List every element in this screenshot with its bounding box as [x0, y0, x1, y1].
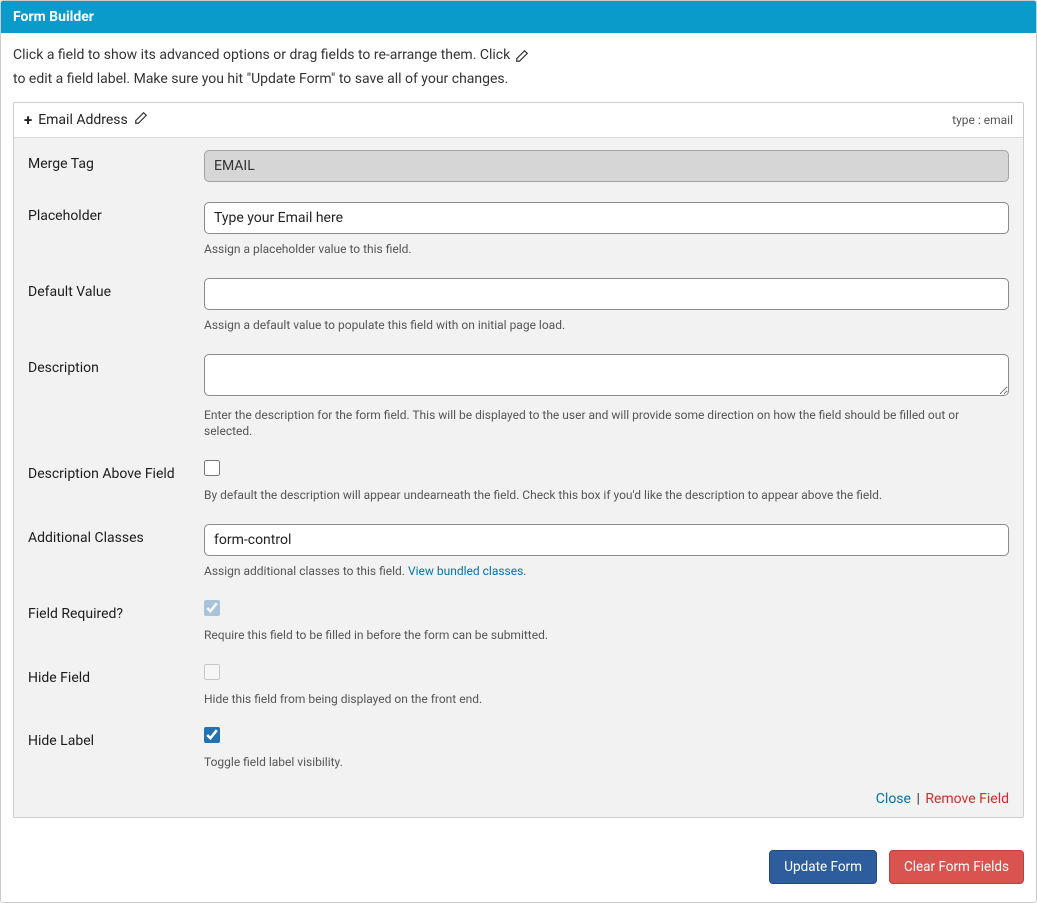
panel-title: Form Builder: [1, 1, 1036, 33]
label-merge-tag: Merge Tag: [28, 150, 204, 172]
description-above-checkbox[interactable]: [204, 460, 220, 476]
plus-icon: +: [24, 113, 32, 128]
instructions-text: Click a field to show its advanced optio…: [13, 45, 1024, 90]
help-additional-classes: Assign additional classes to this field.…: [204, 563, 1009, 580]
remove-field-link[interactable]: Remove Field: [925, 791, 1009, 807]
close-link[interactable]: Close: [876, 791, 911, 807]
row-default-value: Default Value Assign a default value to …: [28, 278, 1009, 334]
panel-body: Click a field to show its advanced optio…: [1, 33, 1036, 902]
label-hide-field: Hide Field: [28, 664, 204, 686]
label-additional-classes: Additional Classes: [28, 524, 204, 546]
label-description-above: Description Above Field: [28, 460, 204, 482]
label-default-value: Default Value: [28, 278, 204, 300]
help-default-value: Assign a default value to populate this …: [204, 317, 1009, 334]
row-description-above: Description Above Field By default the d…: [28, 460, 1009, 504]
field-footer: Close | Remove Field: [28, 791, 1009, 807]
label-required: Field Required?: [28, 600, 204, 622]
update-form-button[interactable]: Update Form: [769, 850, 877, 884]
instructions-post: to edit a field label. Make sure you hit…: [13, 69, 508, 90]
help-hide-field: Hide this field from being displayed on …: [204, 691, 1009, 708]
help-required: Require this field to be filled in befor…: [204, 627, 1009, 644]
row-required: Field Required? Require this field to be…: [28, 600, 1009, 644]
label-hide-label: Hide Label: [28, 727, 204, 749]
label-placeholder: Placeholder: [28, 202, 204, 224]
description-textarea[interactable]: [204, 354, 1009, 396]
field-type-label: type : email: [952, 113, 1013, 127]
pencil-icon[interactable]: [134, 111, 148, 129]
help-placeholder: Assign a placeholder value to this field…: [204, 241, 1009, 258]
label-description: Description: [28, 354, 204, 376]
help-description-above: By default the description will appear u…: [204, 487, 1009, 504]
form-builder-panel: Form Builder Click a field to show its a…: [0, 0, 1037, 903]
row-placeholder: Placeholder Assign a placeholder value t…: [28, 202, 1009, 258]
merge-tag-input: [204, 150, 1009, 182]
instructions-pre: Click a field to show its advanced optio…: [13, 45, 510, 66]
row-hide-field: Hide Field Hide this field from being di…: [28, 664, 1009, 708]
help-hide-label: Toggle field label visibility.: [204, 754, 1009, 771]
placeholder-input[interactable]: [204, 202, 1009, 234]
row-additional-classes: Additional Classes Assign additional cla…: [28, 524, 1009, 580]
form-actions: Update Form Clear Form Fields: [13, 850, 1024, 884]
row-description: Description Enter the description for th…: [28, 354, 1009, 441]
clear-form-fields-button[interactable]: Clear Form Fields: [889, 850, 1024, 884]
help-description: Enter the description for the form field…: [204, 407, 1009, 441]
footer-separator: |: [916, 791, 923, 807]
view-bundled-classes-link[interactable]: View bundled classes: [408, 564, 523, 578]
hide-label-checkbox[interactable]: [204, 727, 220, 743]
field-card-body: Merge Tag Placeholder Assign a placehold…: [14, 138, 1023, 817]
row-hide-label: Hide Label Toggle field label visibility…: [28, 727, 1009, 771]
field-card-header[interactable]: + Email Address type : email: [14, 103, 1023, 138]
field-card: + Email Address type : email Merge Tag: [13, 102, 1024, 818]
row-merge-tag: Merge Tag: [28, 150, 1009, 182]
additional-classes-input[interactable]: [204, 524, 1009, 556]
pencil-icon: [515, 49, 529, 63]
hide-field-checkbox[interactable]: [204, 664, 220, 680]
default-value-input[interactable]: [204, 278, 1009, 310]
field-name: Email Address: [38, 112, 128, 128]
required-checkbox[interactable]: [204, 600, 220, 616]
